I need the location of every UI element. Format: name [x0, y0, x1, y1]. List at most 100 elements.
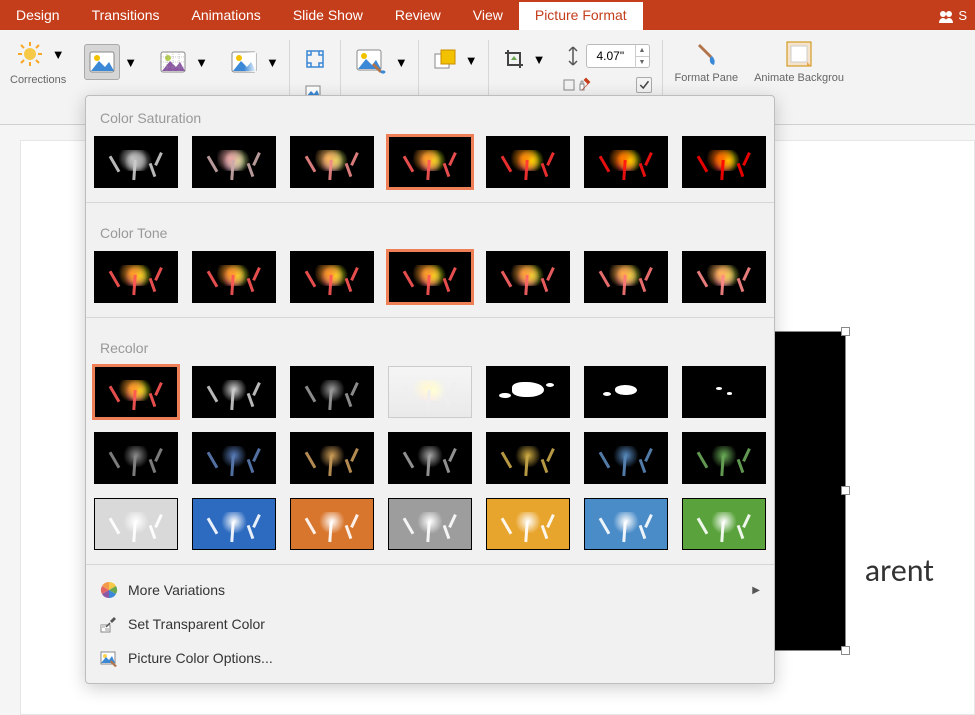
thumb-row-tone — [86, 251, 774, 309]
menu-set-transparent-color[interactable]: Set Transparent Color — [86, 607, 774, 641]
thumb-row-recolor-0 — [86, 366, 774, 424]
color-thumb[interactable] — [486, 366, 570, 418]
share-button[interactable]: S — [930, 0, 975, 30]
thumb-row-recolor-1 — [86, 432, 774, 490]
corrections-button[interactable] — [12, 36, 48, 72]
section-recolor: Recolor — [86, 326, 774, 366]
tab-animations[interactable]: Animations — [176, 0, 277, 30]
checkmark-icon[interactable] — [636, 77, 652, 93]
color-thumb[interactable] — [682, 432, 766, 484]
color-dropdown: Color Saturation Color Tone Recolor More… — [85, 95, 775, 684]
chevron-down-icon[interactable]: ▼ — [465, 53, 478, 68]
color-thumb[interactable] — [682, 498, 766, 550]
color-thumb[interactable] — [290, 136, 374, 188]
color-thumb[interactable] — [94, 251, 178, 303]
color-thumb[interactable] — [388, 136, 472, 188]
color-thumb[interactable] — [94, 366, 178, 418]
height-icon — [564, 45, 582, 67]
color-thumb[interactable] — [192, 251, 276, 303]
resize-handle-br[interactable] — [841, 646, 850, 655]
artistic-effects-button[interactable] — [155, 44, 191, 80]
separator — [86, 317, 774, 318]
compress-icon — [304, 48, 326, 70]
color-thumb[interactable] — [94, 432, 178, 484]
menu-more-variations[interactable]: More Variations ▶ — [86, 573, 774, 607]
color-thumb[interactable] — [584, 251, 668, 303]
color-thumb[interactable] — [388, 432, 472, 484]
color-thumb[interactable] — [192, 498, 276, 550]
animate-bg-label: Animate Backgrou — [754, 72, 844, 85]
picture-icon — [89, 51, 115, 73]
color-thumb[interactable] — [388, 498, 472, 550]
format-pane-button[interactable]: Format Pane — [667, 34, 747, 89]
format-pane-label: Format Pane — [675, 72, 739, 85]
resize-handle-mr[interactable] — [841, 486, 850, 495]
color-thumb[interactable] — [682, 251, 766, 303]
color-thumb[interactable] — [584, 366, 668, 418]
slide-text-fragment: arent — [865, 551, 934, 590]
chevron-down-icon[interactable]: ▼ — [395, 55, 408, 70]
color-thumb[interactable] — [486, 498, 570, 550]
color-thumb[interactable] — [192, 366, 276, 418]
color-thumb[interactable] — [682, 136, 766, 188]
crop-button[interactable] — [499, 44, 529, 74]
set-transparent-label: Set Transparent Color — [128, 616, 265, 632]
aspect-lock-icon — [562, 76, 592, 94]
color-thumb[interactable] — [486, 432, 570, 484]
color-thumb[interactable] — [486, 136, 570, 188]
height-stepper[interactable]: ▲▼ — [635, 45, 649, 67]
menu-picture-color-options[interactable]: Picture Color Options... — [86, 641, 774, 675]
color-thumb[interactable] — [290, 432, 374, 484]
height-input[interactable]: 4.07" ▲▼ — [586, 44, 650, 68]
colorwheel-icon — [100, 581, 118, 599]
color-thumb[interactable] — [192, 432, 276, 484]
color-thumb[interactable] — [388, 366, 472, 418]
picture-grid-icon — [160, 51, 186, 73]
compress-pictures-button[interactable] — [300, 44, 330, 74]
color-thumb[interactable] — [94, 136, 178, 188]
color-thumb[interactable] — [682, 366, 766, 418]
tab-view[interactable]: View — [457, 0, 519, 30]
arrange-button[interactable] — [429, 44, 461, 76]
color-thumb[interactable] — [94, 498, 178, 550]
color-button[interactable] — [84, 44, 120, 80]
chevron-down-icon[interactable]: ▼ — [533, 52, 546, 67]
picture-options-icon — [100, 649, 118, 667]
section-color-saturation: Color Saturation — [86, 96, 774, 136]
chevron-down-icon[interactable]: ▼ — [52, 47, 65, 62]
separator — [86, 202, 774, 203]
color-thumb[interactable] — [584, 432, 668, 484]
tab-design[interactable]: Design — [0, 0, 76, 30]
animate-background-button[interactable]: Animate Backgrou — [746, 34, 852, 89]
more-variations-label: More Variations — [128, 582, 225, 598]
tab-review[interactable]: Review — [379, 0, 457, 30]
tab-slide-show[interactable]: Slide Show — [277, 0, 379, 30]
chevron-down-icon[interactable]: ▼ — [124, 55, 137, 70]
share-icon — [938, 8, 954, 24]
format-pane-icon — [690, 38, 722, 70]
tab-transitions[interactable]: Transitions — [76, 0, 176, 30]
resize-handle-tr[interactable] — [841, 327, 850, 336]
color-thumb[interactable] — [388, 251, 472, 303]
corrections-label: Corrections — [10, 74, 66, 86]
chevron-down-icon[interactable]: ▼ — [266, 55, 279, 70]
picture-color-options-label: Picture Color Options... — [128, 650, 273, 666]
eyedropper-transparent-icon — [100, 615, 118, 633]
transparency-button[interactable] — [226, 44, 262, 80]
arrange-icon — [433, 48, 457, 72]
color-thumb[interactable] — [584, 498, 668, 550]
color-thumb[interactable] — [290, 498, 374, 550]
color-thumb[interactable] — [584, 136, 668, 188]
picture-styles-button[interactable] — [351, 44, 391, 80]
chevron-down-icon[interactable]: ▼ — [195, 55, 208, 70]
share-label: S — [958, 8, 967, 23]
picture-styles-icon — [356, 49, 386, 75]
color-thumb[interactable] — [192, 136, 276, 188]
color-thumb[interactable] — [290, 366, 374, 418]
color-thumb[interactable] — [486, 251, 570, 303]
color-thumb[interactable] — [290, 251, 374, 303]
tab-picture-format[interactable]: Picture Format — [519, 0, 643, 30]
thumb-row-saturation — [86, 136, 774, 194]
animate-bg-icon — [783, 38, 815, 70]
section-color-tone: Color Tone — [86, 211, 774, 251]
